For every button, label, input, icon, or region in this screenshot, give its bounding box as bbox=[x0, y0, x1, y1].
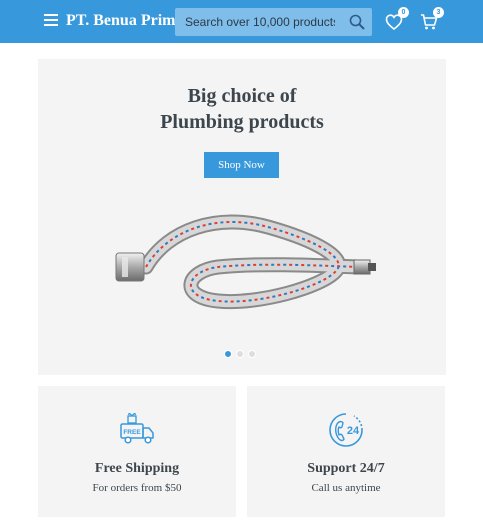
feature-subtitle: For orders from $50 bbox=[92, 482, 182, 494]
menu-icon[interactable] bbox=[44, 14, 58, 28]
search-icon[interactable] bbox=[349, 14, 365, 30]
support-icon-text: 24 bbox=[347, 425, 360, 437]
search-input[interactable] bbox=[175, 8, 345, 36]
support-24-icon: 24 bbox=[329, 413, 363, 447]
carousel-dot-2[interactable] bbox=[236, 350, 244, 358]
feature-title: Support 24/7 bbox=[307, 461, 385, 476]
search-bar bbox=[175, 8, 372, 36]
wishlist-button[interactable]: 0 bbox=[385, 7, 409, 31]
feature-support: 24 Support 24/7 Call us anytime bbox=[247, 386, 445, 517]
hero-banner: Big choice of Plumbing products Shop Now bbox=[38, 59, 446, 375]
feature-free-shipping: FREE Free Shipping For orders from $50 bbox=[38, 386, 236, 517]
wishlist-count-badge: 0 bbox=[398, 7, 409, 18]
carousel-dot-3[interactable] bbox=[248, 350, 256, 358]
feature-title: Free Shipping bbox=[94, 461, 180, 476]
cart-count-badge: 3 bbox=[433, 7, 444, 18]
brand-logo[interactable]: PT. Benua Prima bbox=[66, 12, 183, 30]
hero-title-line1: Big choice of bbox=[187, 85, 297, 107]
free-delivery-truck-icon: FREE bbox=[120, 413, 154, 444]
carousel-dot-1[interactable] bbox=[224, 350, 232, 358]
free-icon-text: FREE bbox=[123, 429, 141, 436]
carousel-dots bbox=[224, 350, 256, 360]
braided-hose-image bbox=[115, 214, 376, 310]
hero-title-line2: Plumbing products bbox=[160, 111, 324, 133]
top-header: PT. Benua Prima 0 3 bbox=[0, 0, 483, 43]
shop-now-button[interactable]: Shop Now bbox=[204, 152, 279, 178]
feature-subtitle: Call us anytime bbox=[311, 482, 381, 494]
cart-button[interactable]: 3 bbox=[420, 7, 444, 31]
